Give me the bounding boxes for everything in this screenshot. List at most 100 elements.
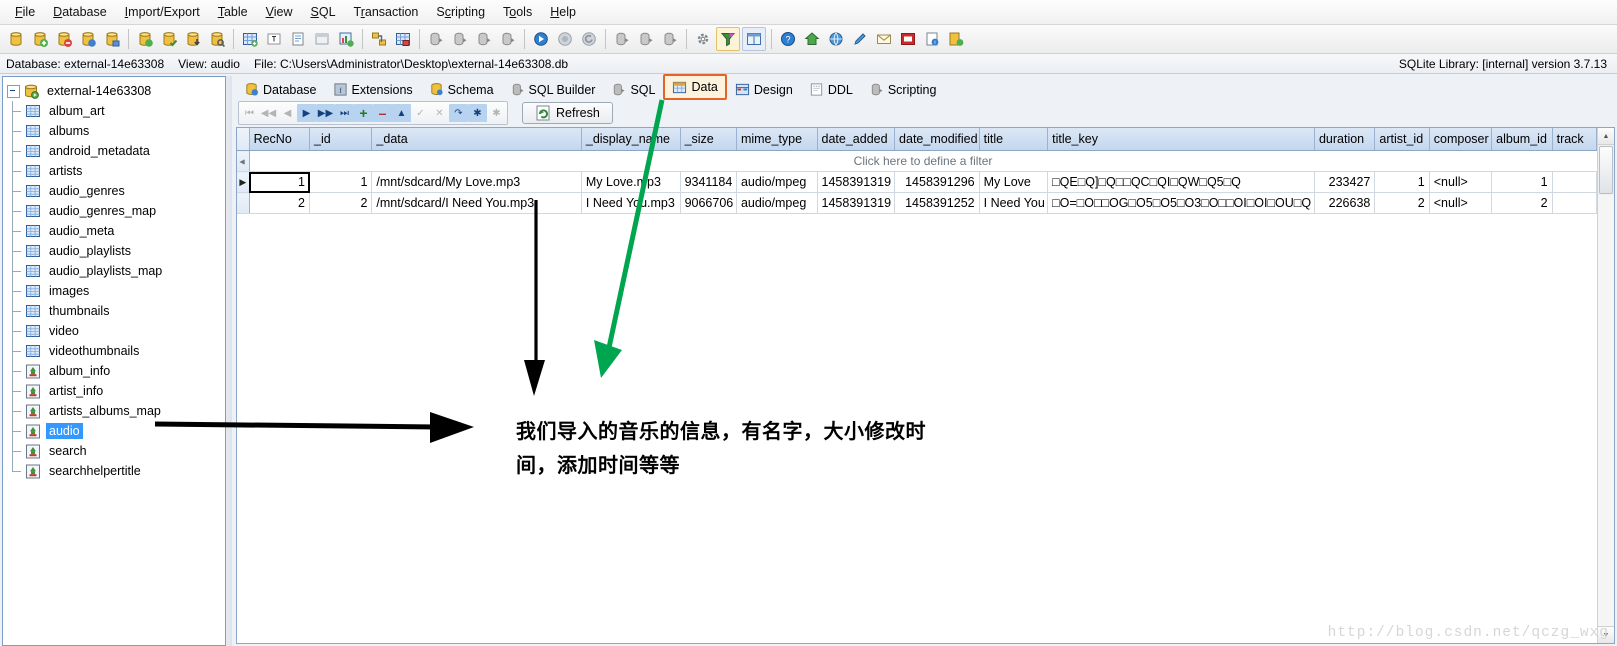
menu-item-file[interactable]: File [6,2,44,22]
cell-title[interactable]: I Need You [979,192,1049,214]
column-header-title_key[interactable]: title_key [1047,128,1315,151]
tree-item-audio[interactable]: audio [3,421,225,441]
tab-data[interactable]: Data [663,74,727,100]
tree-item-audio_playlists_map[interactable]: audio_playlists_map [3,261,225,281]
object-tree-panel[interactable]: external-14e63308 album_art albums android_… [2,76,226,646]
cell-track[interactable] [1552,171,1598,193]
column-header-artist_id[interactable]: artist_id [1374,128,1430,151]
toolbar-button-filter[interactable] [716,27,740,51]
toolbar-button-sql-run3[interactable] [473,28,495,50]
column-header-composer[interactable]: composer [1429,128,1493,151]
cancel-edit-button[interactable]: ✕ [430,104,449,122]
delete-record-button[interactable]: – [373,104,392,122]
column-header-display_name[interactable]: _display_name [581,128,681,151]
column-header-track[interactable]: track [1552,128,1598,151]
tree-item-artists[interactable]: artists [3,161,225,181]
menu-item-import-export[interactable]: Import/Export [116,2,209,22]
toolbar-button-db-search[interactable] [206,28,228,50]
toolbar-button-home[interactable] [801,28,823,50]
cell-composer[interactable]: <null> [1429,192,1493,214]
menu-item-help[interactable]: Help [541,2,585,22]
object-tree[interactable]: external-14e63308 album_art albums android_… [3,77,225,481]
menu-item-view[interactable]: View [257,2,302,22]
tree-expander-icon[interactable] [7,84,20,98]
toolbar-button-help[interactable]: ? [777,28,799,50]
filter-hint-cell[interactable]: Click here to define a filter [249,150,1597,172]
cell-id[interactable]: 1 [309,171,373,193]
toolbar-button-script-run[interactable] [611,28,633,50]
cell-title[interactable]: My Love [979,171,1049,193]
toolbar-button-web[interactable] [825,28,847,50]
toolbar-button-db-remove[interactable] [53,28,75,50]
toolbar-button-db-lock[interactable] [101,28,123,50]
toolbar-button-db-refresh[interactable] [134,28,156,50]
first-record-button[interactable]: ⏮ [240,104,259,122]
insert-record-button[interactable]: + [354,104,373,122]
tab-sql[interactable]: SQL [603,78,663,100]
filter-row[interactable]: ▼ Click here to define a filter [237,150,1597,172]
toolbar-button-layout[interactable] [742,27,766,51]
nav-button-group[interactable]: ⏮ ◀◀ ◀ ▶ ▶▶ ⏭ + – ▲ ✓ ✕ ↷ ✱ ✱ [238,101,508,125]
next-record-button[interactable]: ▶ [297,104,316,122]
toolbar-button-transaction-begin[interactable] [530,28,552,50]
next-page-button[interactable]: ▶▶ [316,104,335,122]
tree-item-album_art[interactable]: album_art [3,101,225,121]
cell-mime_type[interactable]: audio/mpeg [736,171,818,193]
prev-record-button[interactable]: ◀ [278,104,297,122]
toolbar-button-transaction-commit[interactable] [554,28,576,50]
scroll-track[interactable] [1598,195,1614,626]
tree-item-video[interactable]: video [3,321,225,341]
menu-item-transaction[interactable]: Transaction [345,2,428,22]
toolbar-button-sql-run2[interactable] [449,28,471,50]
tree-root-node[interactable]: external-14e63308 [3,81,225,101]
cell-duration[interactable]: 226638 [1314,192,1376,214]
tree-item-album_info[interactable]: album_info [3,361,225,381]
toolbar-button-donate[interactable] [897,28,919,50]
tree-item-thumbnails[interactable]: thumbnails [3,301,225,321]
toolbar-button-sql-run[interactable] [425,28,447,50]
column-header-size[interactable]: _size [680,128,737,151]
cell-artist_id[interactable]: 2 [1374,192,1430,214]
toolbar-button-table-new[interactable] [239,28,261,50]
column-header-date_added[interactable]: date_added [817,128,896,151]
cell-composer[interactable]: <null> [1429,171,1493,193]
cell-display_name[interactable]: My Love.mp3 [581,171,681,193]
toolbar-button-transaction-rollback[interactable] [578,28,600,50]
cell-RecNo[interactable]: 1 [249,171,311,193]
tree-item-images[interactable]: images [3,281,225,301]
cell-title_key[interactable]: □QE□Q]□Q□□QC□QI□QW□Q5□Q [1047,171,1315,193]
grid-vertical-scrollbar[interactable]: ▲ ▼ [1597,128,1614,643]
cell-track[interactable] [1552,192,1598,214]
cell-size[interactable]: 9066706 [680,192,737,214]
menu-item-table[interactable]: Table [209,2,257,22]
cell-mime_type[interactable]: audio/mpeg [736,192,818,214]
toolbar-button-chart-add[interactable] [335,28,357,50]
cell-artist_id[interactable]: 1 [1374,171,1430,193]
cell-display_name[interactable]: I Need You.mp3 [581,192,681,214]
cell-RecNo[interactable]: 2 [249,192,311,214]
table-header-row[interactable]: RecNo _id _data _display_name _size mime_type… [237,128,1598,151]
tree-item-artists_albums_map[interactable]: artists_albums_map [3,401,225,421]
tree-item-artist_info[interactable]: artist_info [3,381,225,401]
column-header-id[interactable]: _id [309,128,373,151]
table-row[interactable]: ▶ 1 1/mnt/sdcard/My Love.mp3 My Love.mp3 934… [237,171,1598,193]
tree-item-videothumbnails[interactable]: videothumbnails [3,341,225,361]
cell-album_id[interactable]: 1 [1491,171,1553,193]
toolbar-button-db-settings[interactable] [77,28,99,50]
menu-item-sql[interactable]: SQL [302,2,345,22]
toolbar-button-window[interactable] [311,28,333,50]
tab-extensions[interactable]: f Extensions [325,78,421,100]
tree-item-audio_playlists[interactable]: audio_playlists [3,241,225,261]
column-header-mime_type[interactable]: mime_type [736,128,818,151]
tree-item-audio_genres_map[interactable]: audio_genres_map [3,201,225,221]
tab-database[interactable]: Database [236,78,325,100]
menu-item-database[interactable]: Database [44,2,116,22]
toolbar-button-preferences[interactable] [692,28,714,50]
scroll-up-arrow[interactable]: ▲ [1598,128,1614,145]
menu-item-tools[interactable]: Tools [494,2,541,22]
tree-item-albums[interactable]: albums [3,121,225,141]
column-header-data[interactable]: _data [371,128,582,151]
toolbar-button-script-page[interactable] [287,28,309,50]
column-header-date_modified[interactable]: date_modified [894,128,980,151]
toolbar-button-sql-run4[interactable] [497,28,519,50]
